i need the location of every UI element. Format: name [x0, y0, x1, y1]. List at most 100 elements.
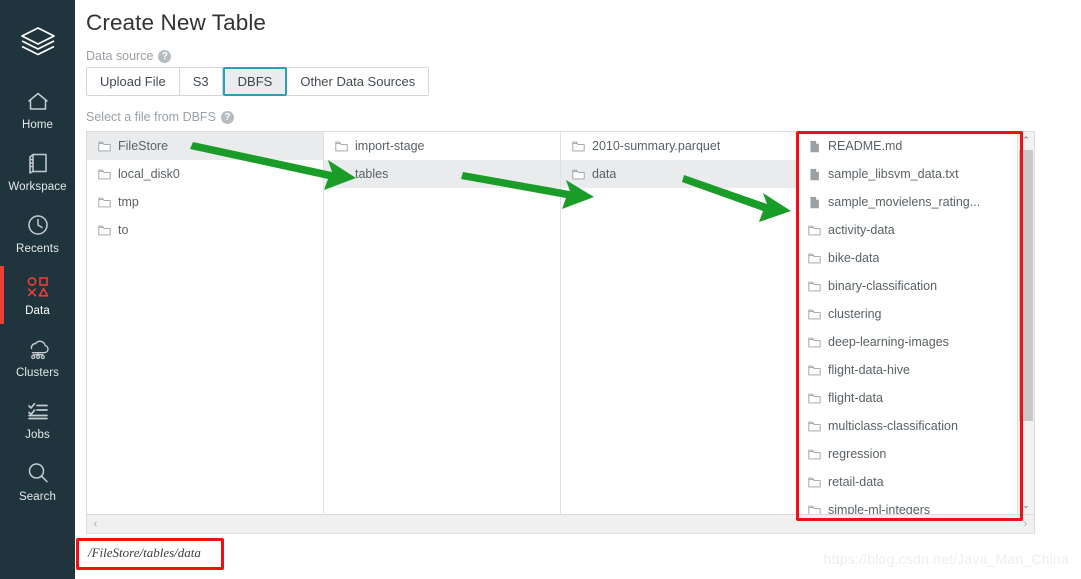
file-row[interactable]: to — [87, 216, 323, 244]
scroll-right-icon[interactable]: › — [1017, 515, 1034, 532]
file-row-label: tables — [355, 167, 389, 181]
help-icon[interactable]: ? — [158, 49, 172, 63]
file-row-label: 2010-summary.parquet — [592, 139, 721, 153]
scroll-left-icon[interactable]: ‹ — [87, 515, 104, 532]
file-row[interactable]: clustering — [797, 300, 1018, 328]
create-table-page: Home Workspace Recents Data Clusters Job… — [0, 0, 1081, 579]
sidebar-item-workspace[interactable]: Workspace — [0, 140, 75, 202]
file-row[interactable]: bike-data — [797, 244, 1018, 272]
sidebar-item-search[interactable]: Search — [0, 450, 75, 512]
data-source-tab-group: Upload File S3 DBFS Other Data Sources — [86, 67, 430, 96]
file-row[interactable]: deep-learning-images — [797, 328, 1018, 356]
file-row[interactable]: README.md — [797, 132, 1018, 160]
folder-icon — [98, 168, 111, 181]
file-row[interactable]: 2010-summary.parquet — [561, 132, 796, 160]
folder-icon — [808, 364, 821, 377]
folder-icon — [808, 504, 821, 514]
file-row[interactable]: multiclass-classification — [797, 412, 1018, 440]
tab-upload-file[interactable]: Upload File — [87, 68, 180, 95]
help-icon[interactable]: ? — [220, 110, 234, 124]
folder-icon — [808, 336, 821, 349]
data-source-label-text: Data source — [86, 49, 154, 63]
file-column-root: FileStore local_disk0tmp to — [87, 132, 324, 514]
clock-icon — [26, 210, 50, 240]
jobs-icon — [25, 396, 51, 426]
folder-icon — [335, 140, 348, 153]
search-icon — [26, 458, 50, 488]
file-row-label: data — [592, 167, 617, 181]
file-row[interactable]: data — [561, 160, 796, 188]
home-icon — [26, 86, 50, 116]
file-column-data: README.md sample_libsvm_data.txt sample_mo… — [797, 132, 1018, 514]
file-row-label: simple-ml-integers — [828, 503, 931, 514]
file-icon — [808, 196, 821, 209]
file-row-label: retail-data — [828, 475, 884, 489]
file-browser-horizontal-scrollbar[interactable]: ‹ › — [86, 515, 1035, 534]
folder-icon — [98, 140, 111, 153]
sidebar-item-clusters[interactable]: Clusters — [0, 326, 75, 388]
tab-s3[interactable]: S3 — [179, 68, 223, 95]
file-row[interactable]: flight-data-hive — [797, 356, 1018, 384]
file-row[interactable]: FileStore — [87, 132, 323, 160]
sidebar-item-data[interactable]: Data — [0, 264, 75, 326]
file-row-label: FileStore — [118, 139, 169, 153]
file-row[interactable]: flight-data — [797, 384, 1018, 412]
sidebar-item-jobs[interactable]: Jobs — [0, 388, 75, 450]
file-row[interactable]: tmp — [87, 188, 323, 216]
file-column-filestore: import-stage tables — [324, 132, 561, 514]
file-row[interactable]: local_disk0 — [87, 160, 323, 188]
watermark: https://blog.csdn.net/Java_Man_China — [823, 551, 1069, 567]
file-icon — [808, 168, 821, 181]
data-icon — [25, 272, 51, 302]
file-row[interactable]: simple-ml-integers — [797, 496, 1018, 514]
folder-icon — [808, 308, 821, 321]
sidebar-item-label: Search — [18, 491, 57, 503]
file-row-label: import-stage — [355, 139, 425, 153]
folder-icon — [335, 168, 348, 181]
workspace-icon — [26, 148, 50, 178]
scroll-down-icon[interactable]: ⌄ — [1018, 497, 1034, 514]
file-row-label: regression — [828, 447, 887, 461]
tab-other-data-sources[interactable]: Other Data Sources — [287, 68, 429, 95]
file-row-label: activity-data — [828, 223, 895, 237]
scrollbar-thumb[interactable] — [1019, 150, 1033, 421]
folder-icon — [808, 448, 821, 461]
file-row-label: multiclass-classification — [828, 419, 958, 433]
folder-icon — [808, 476, 821, 489]
folder-icon — [808, 280, 821, 293]
file-row[interactable]: import-stage — [324, 132, 560, 160]
sidebar-item-label: Data — [25, 305, 50, 317]
sidebar-item-home[interactable]: Home — [0, 78, 75, 140]
sidebar-item-label: Recents — [16, 243, 59, 255]
file-row-label: sample_movielens_rating... — [828, 195, 981, 209]
databricks-logo[interactable] — [0, 14, 75, 70]
scroll-up-icon[interactable]: ⌃ — [1018, 132, 1034, 149]
selected-path-text: /FileStore/tables/data — [88, 545, 201, 560]
sidebar-item-recents[interactable]: Recents — [0, 202, 75, 264]
file-row[interactable]: sample_movielens_rating... — [797, 188, 1018, 216]
file-icon — [808, 140, 821, 153]
page-title: Create New Table — [86, 10, 267, 35]
file-row-label: clustering — [828, 307, 882, 321]
file-row[interactable]: tables — [324, 160, 560, 188]
file-row-label: flight-data-hive — [828, 363, 910, 377]
sidebar-item-label: Workspace — [8, 181, 67, 193]
tab-dbfs[interactable]: DBFS — [222, 67, 288, 96]
folder-icon — [808, 420, 821, 433]
file-row[interactable]: sample_libsvm_data.txt — [797, 160, 1018, 188]
file-row-label: flight-data — [828, 391, 883, 405]
file-row-label: to — [118, 223, 129, 237]
folder-icon — [572, 168, 585, 181]
file-list-vertical-scrollbar[interactable]: ⌃ ⌄ — [1017, 132, 1034, 514]
file-row[interactable]: retail-data — [797, 468, 1018, 496]
file-row[interactable]: regression — [797, 440, 1018, 468]
clusters-icon — [25, 334, 51, 364]
sidebar-item-label: Jobs — [25, 429, 50, 441]
file-row-label: tmp — [118, 195, 139, 209]
file-row[interactable]: binary-classification — [797, 272, 1018, 300]
file-picker-label: Select a file from DBFS ? — [86, 110, 234, 124]
dbfs-file-browser: FileStore local_disk0tmp to import-stage ta… — [86, 131, 1035, 515]
folder-icon — [572, 140, 585, 153]
file-row[interactable]: activity-data — [797, 216, 1018, 244]
left-navigation-sidebar: Home Workspace Recents Data Clusters Job… — [0, 0, 75, 579]
